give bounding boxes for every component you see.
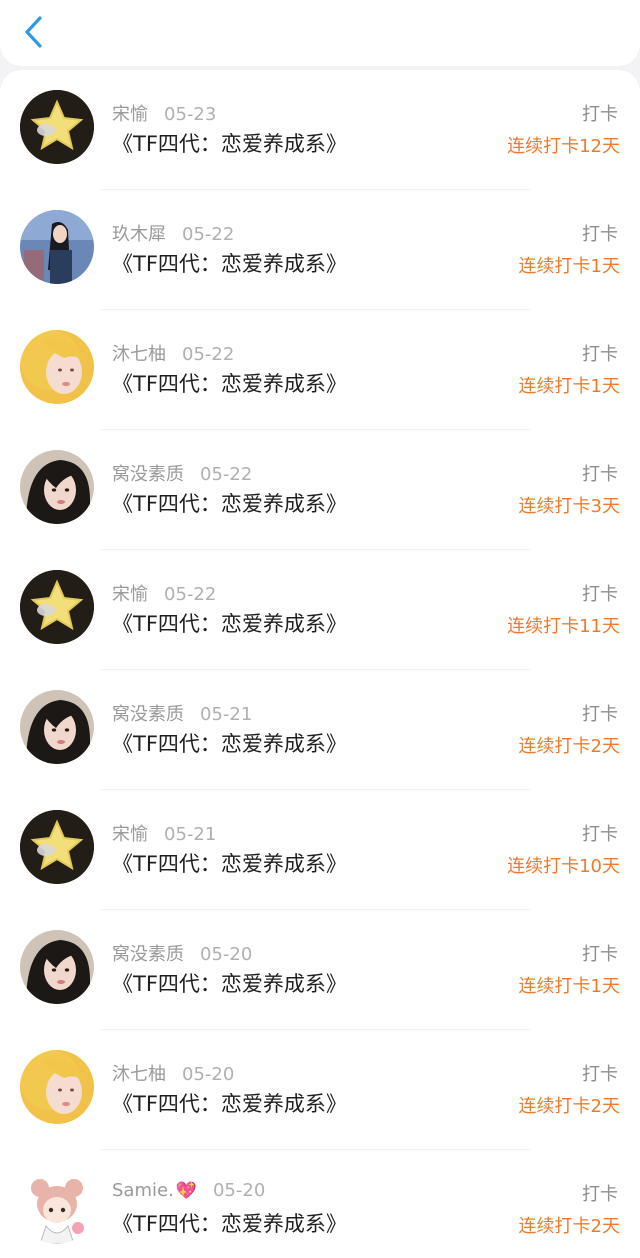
username[interactable]: 玖木犀 (112, 224, 166, 245)
item-meta: 沐七柚 05-20 (112, 1060, 234, 1086)
list-item[interactable]: 宋愉 05-23 《TF四代：恋爱养成系》 打卡 连续打卡12天 (0, 70, 640, 190)
back-button[interactable] (18, 12, 54, 52)
item-meta: 玖木犀 05-22 (112, 220, 234, 246)
streak-badge: 连续打卡12天 (507, 136, 620, 157)
streak-badge: 连续打卡1天 (518, 376, 620, 397)
list-item[interactable]: 沐七柚 05-22 《TF四代：恋爱养成系》 打卡 连续打卡1天 (0, 310, 640, 430)
item-meta: 窝没素质 05-22 (112, 460, 252, 486)
list-item[interactable]: 窝没素质 05-22 《TF四代：恋爱养成系》 打卡 连续打卡3天 (0, 430, 640, 550)
checkin-label: 打卡 (582, 824, 618, 845)
username[interactable]: 窝没素质 (112, 944, 184, 965)
streak-badge: 连续打卡2天 (518, 1216, 620, 1237)
book-title[interactable]: 《TF四代：恋爱养成系》 (112, 248, 347, 278)
avatar[interactable] (20, 810, 94, 884)
book-title[interactable]: 《TF四代：恋爱养成系》 (112, 968, 347, 998)
checkin-list: 宋愉 05-23 《TF四代：恋爱养成系》 打卡 连续打卡12天 玖木犀 05-22… (0, 70, 640, 1258)
checkin-label: 打卡 (582, 224, 618, 245)
list-item[interactable]: 沐七柚 05-20 《TF四代：恋爱养成系》 打卡 连续打卡2天 (0, 1030, 640, 1150)
list-item[interactable]: 玖木犀 05-22 《TF四代：恋爱养成系》 打卡 连续打卡1天 (0, 190, 640, 310)
avatar[interactable] (20, 90, 94, 164)
list-item[interactable]: 宋愉 05-22 《TF四代：恋爱养成系》 打卡 连续打卡11天 (0, 550, 640, 670)
username[interactable]: 窝没素质 (112, 464, 184, 485)
book-title[interactable]: 《TF四代：恋爱养成系》 (112, 728, 347, 758)
checkin-label: 打卡 (582, 464, 618, 485)
streak-badge: 连续打卡10天 (507, 856, 620, 877)
post-date: 05-23 (164, 104, 217, 125)
streak-badge: 连续打卡2天 (518, 1096, 620, 1117)
item-meta: Samie. 💖 05-20 (112, 1180, 265, 1201)
post-date: 05-21 (200, 704, 253, 725)
checkin-label: 打卡 (582, 104, 618, 125)
item-meta: 宋愉 05-22 (112, 580, 216, 606)
book-title[interactable]: 《TF四代：恋爱养成系》 (112, 848, 347, 878)
item-meta: 窝没素质 05-20 (112, 940, 252, 966)
username[interactable]: 窝没素质 (112, 704, 184, 725)
avatar[interactable] (20, 210, 94, 284)
checkin-label: 打卡 (582, 704, 618, 725)
avatar[interactable] (20, 930, 94, 1004)
post-date: 05-22 (182, 344, 235, 365)
book-title[interactable]: 《TF四代：恋爱养成系》 (112, 368, 347, 398)
item-meta: 宋愉 05-23 (112, 100, 216, 126)
avatar[interactable] (20, 450, 94, 524)
post-date: 05-20 (200, 944, 253, 965)
checkin-label: 打卡 (582, 584, 618, 605)
item-meta: 沐七柚 05-22 (112, 340, 234, 366)
book-title[interactable]: 《TF四代：恋爱养成系》 (112, 1088, 347, 1118)
book-title[interactable]: 《TF四代：恋爱养成系》 (112, 1208, 347, 1238)
streak-badge: 连续打卡3天 (518, 496, 620, 517)
checkin-label: 打卡 (582, 344, 618, 365)
avatar[interactable] (20, 570, 94, 644)
post-date: 05-20 (212, 1180, 266, 1201)
avatar[interactable] (20, 330, 94, 404)
top-nav-bar (0, 0, 640, 66)
avatar[interactable] (20, 690, 94, 764)
username[interactable]: 宋愉 (112, 584, 148, 605)
username[interactable]: 沐七柚 (112, 344, 166, 365)
streak-badge: 连续打卡2天 (518, 736, 620, 757)
streak-badge: 连续打卡1天 (518, 976, 620, 997)
post-date: 05-22 (164, 584, 217, 605)
list-item[interactable]: 窝没素质 05-21 《TF四代：恋爱养成系》 打卡 连续打卡2天 (0, 670, 640, 790)
streak-badge: 连续打卡1天 (518, 256, 620, 277)
avatar[interactable] (20, 1170, 94, 1244)
item-meta: 窝没素质 05-21 (112, 700, 252, 726)
post-date: 05-20 (182, 1064, 235, 1085)
chevron-left-icon (25, 16, 42, 48)
book-title[interactable]: 《TF四代：恋爱养成系》 (112, 488, 347, 518)
avatar[interactable] (20, 1050, 94, 1124)
checkin-label: 打卡 (582, 1184, 618, 1205)
sparkle-heart-icon: 💖 (175, 1181, 197, 1201)
checkin-label: 打卡 (582, 1064, 618, 1085)
item-meta: 宋愉 05-21 (112, 820, 216, 846)
username[interactable]: Samie. (112, 1180, 174, 1201)
streak-badge: 连续打卡11天 (507, 616, 620, 637)
book-title[interactable]: 《TF四代：恋爱养成系》 (112, 128, 347, 158)
post-date: 05-21 (164, 824, 217, 845)
list-item[interactable]: Samie. 💖 05-20 《TF四代：恋爱养成系》 打卡 连续打卡2天 (0, 1150, 640, 1258)
post-date: 05-22 (200, 464, 253, 485)
checkin-label: 打卡 (582, 944, 618, 965)
username[interactable]: 宋愉 (112, 824, 148, 845)
username[interactable]: 宋愉 (112, 104, 148, 125)
list-item[interactable]: 宋愉 05-21 《TF四代：恋爱养成系》 打卡 连续打卡10天 (0, 790, 640, 910)
post-date: 05-22 (182, 224, 235, 245)
list-item[interactable]: 窝没素质 05-20 《TF四代：恋爱养成系》 打卡 连续打卡1天 (0, 910, 640, 1030)
username[interactable]: 沐七柚 (112, 1064, 166, 1085)
book-title[interactable]: 《TF四代：恋爱养成系》 (112, 608, 347, 638)
